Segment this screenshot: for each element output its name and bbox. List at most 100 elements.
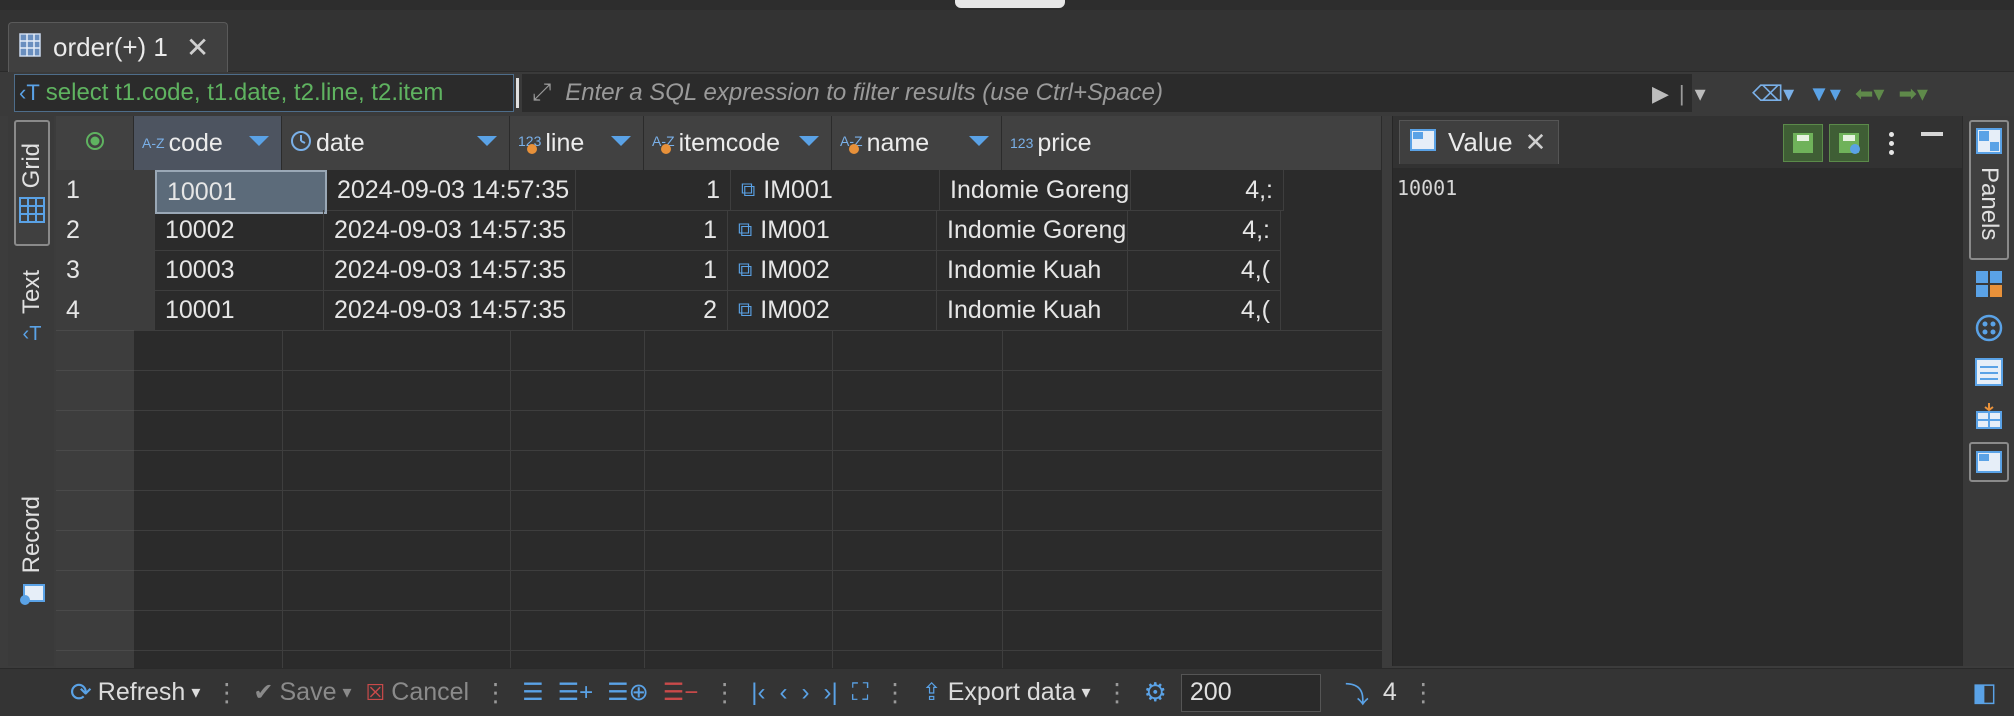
cell-date[interactable]: 2024-09-03 14:57:35 [324, 250, 573, 291]
cell-date[interactable]: 2024-09-03 14:57:35 [324, 210, 573, 251]
grouping-icon[interactable] [1975, 314, 2003, 347]
value-content[interactable]: 10001 [1393, 168, 1963, 666]
more-options-icon[interactable] [1881, 124, 1901, 162]
minimize-icon[interactable] [1921, 132, 1943, 136]
close-icon[interactable]: ✕ [186, 31, 209, 64]
eraser-icon[interactable]: ⌫▾ [1752, 81, 1794, 107]
close-icon[interactable]: ✕ [1525, 127, 1547, 158]
cell-name[interactable]: Indomie Goreng [940, 170, 1131, 211]
filter-input[interactable]: ⤢ Enter a SQL expression to filter resul… [522, 74, 1692, 112]
layout-panel-icon[interactable]: ◧ [1972, 677, 1997, 708]
cell-itemcode[interactable]: ⧉ IM001 [728, 210, 937, 251]
back-arrow-icon[interactable]: ⬅▾ [1855, 81, 1884, 107]
forward-arrow-icon[interactable]: ➡▾ [1898, 81, 1927, 107]
external-link-icon[interactable]: ⧉ [738, 299, 752, 322]
row-number[interactable]: 4 [56, 290, 155, 331]
edit-row-icon[interactable]: ☰ [522, 678, 544, 707]
calculator-icon[interactable] [1975, 270, 2003, 303]
sort-dropdown-icon[interactable] [799, 136, 819, 146]
column-header-code[interactable]: A‑Z code [134, 116, 282, 170]
external-link-icon[interactable]: ⧉ [738, 219, 752, 242]
cancel-button[interactable]: ☒ Cancel [366, 678, 470, 707]
add-row-icon[interactable]: ☰+ [558, 678, 594, 707]
save-to-cell-icon[interactable] [1783, 124, 1823, 162]
tab-record[interactable]: Record [14, 476, 50, 626]
external-link-icon[interactable]: ⧉ [741, 179, 755, 202]
chevron-down-icon[interactable]: ▾ [1082, 682, 1091, 703]
cell-price[interactable]: 4,: [1128, 210, 1281, 251]
cell-itemcode[interactable]: ⧉ IM001 [731, 170, 940, 211]
column-header-line[interactable]: 123 line [510, 116, 644, 170]
results-grid[interactable]: A‑Z code date 123 line A‑Z itemcode A‑Z … [56, 116, 1382, 668]
cell-text: IM002 [760, 295, 830, 324]
refresh-button[interactable]: ⟳ Refresh ▾ [70, 677, 200, 708]
cell-line[interactable]: 1 [573, 250, 728, 291]
select-all-corner[interactable] [56, 116, 134, 170]
gear-icon[interactable]: ⚙ [1144, 677, 1167, 708]
cell-name[interactable]: Indomie Goreng [937, 210, 1128, 251]
sort-dropdown-icon[interactable] [611, 136, 631, 146]
references-icon[interactable] [1975, 402, 2003, 435]
query-text-field[interactable]: ‹T select t1.code, t1.date, t2.line, t2.… [14, 74, 514, 112]
window-drag-handle[interactable] [955, 0, 1065, 8]
cell-date[interactable]: 2024-09-03 14:57:35 [327, 170, 576, 211]
tab-grid[interactable]: Grid [14, 120, 50, 246]
tab-panels[interactable]: Panels [1969, 120, 2009, 260]
tab-text[interactable]: Text ‹T [14, 254, 50, 362]
sort-dropdown-icon[interactable] [477, 136, 497, 146]
filter-funnel-icon[interactable]: ▼▾ [1808, 81, 1841, 107]
metadata-icon[interactable] [1975, 358, 2003, 391]
column-header-name[interactable]: A‑Z name [832, 116, 1002, 170]
sort-dropdown-icon[interactable] [969, 136, 989, 146]
chevron-down-icon[interactable]: ▾ [191, 682, 200, 703]
first-page-icon[interactable]: |‹ [751, 679, 765, 707]
column-header-price[interactable]: 123 price [1002, 116, 1382, 170]
grid-body: 1 10001 2024-09-03 14:57:35 1 ⧉ IM001 Ind… [56, 170, 1382, 331]
cell-price[interactable]: 4,: [1131, 170, 1284, 211]
cell-date[interactable]: 2024-09-03 14:57:35 [324, 290, 573, 331]
cell-itemcode[interactable]: ⧉ IM002 [728, 290, 937, 331]
copy-row-icon[interactable]: ☰⊕ [607, 678, 649, 707]
table-row[interactable]: 4 10001 2024-09-03 14:57:35 2 ⧉ IM002 Ind… [56, 290, 1382, 331]
export-data-button[interactable]: ⇪ Export data ▾ [922, 678, 1091, 707]
history-dropdown-icon[interactable]: ▾ [1695, 81, 1706, 107]
next-page-icon[interactable]: › [802, 679, 810, 707]
cell-code[interactable]: 10003 [155, 250, 324, 291]
cell-name[interactable]: Indomie Kuah [937, 290, 1128, 331]
cell-code[interactable]: 10002 [155, 210, 324, 251]
column-header-itemcode[interactable]: A‑Z itemcode [644, 116, 832, 170]
value-panel-toggle-icon[interactable] [1969, 442, 2009, 482]
cell-name[interactable]: Indomie Kuah [937, 250, 1128, 291]
sort-dropdown-icon[interactable] [249, 136, 269, 146]
fetch-size-input[interactable]: 200 [1180, 673, 1321, 712]
cell-code[interactable]: 10001 [155, 290, 324, 331]
cell-price[interactable]: 4,( [1128, 250, 1281, 291]
table-row[interactable]: 3 10003 2024-09-03 14:57:35 1 ⧉ IM002 Ind… [56, 250, 1382, 291]
tab-value[interactable]: Value ✕ [1399, 120, 1559, 164]
chevron-down-icon[interactable]: ▾ [342, 682, 351, 703]
cell-code-selected[interactable]: 10001 [155, 170, 327, 214]
save-to-file-icon[interactable] [1829, 124, 1869, 162]
row-number[interactable]: 3 [56, 250, 155, 291]
previous-page-icon[interactable]: ‹ [780, 679, 788, 707]
table-row[interactable]: 1 10001 2024-09-03 14:57:35 1 ⧉ IM001 Ind… [56, 170, 1382, 214]
toolbar-separator: ⋮ [1104, 678, 1130, 707]
cell-line[interactable]: 2 [573, 290, 728, 331]
row-number[interactable]: 1 [56, 170, 155, 211]
fetch-all-icon[interactable]: ⛶ [852, 679, 869, 707]
cell-price[interactable]: 4,( [1128, 290, 1281, 331]
row-number[interactable]: 2 [56, 210, 155, 251]
expand-icon[interactable]: ⤢ [532, 79, 551, 107]
cell-line[interactable]: 1 [573, 210, 728, 251]
play-icon[interactable]: ▶ [1652, 81, 1669, 107]
tab-order-results[interactable]: order(+) 1 ✕ [8, 22, 228, 72]
external-link-icon[interactable]: ⧉ [738, 259, 752, 282]
delete-row-icon[interactable]: ☰− [663, 678, 699, 707]
last-page-icon[interactable]: ›| [824, 679, 838, 707]
table-row[interactable]: 2 10002 2024-09-03 14:57:35 1 ⧉ IM001 Ind… [56, 210, 1382, 251]
cell-line[interactable]: 1 [576, 170, 731, 211]
cell-itemcode[interactable]: ⧉ IM002 [728, 250, 937, 291]
grid-icon [18, 196, 46, 223]
save-button[interactable]: ✔ Save ▾ [253, 678, 351, 707]
column-header-date[interactable]: date [282, 116, 510, 170]
